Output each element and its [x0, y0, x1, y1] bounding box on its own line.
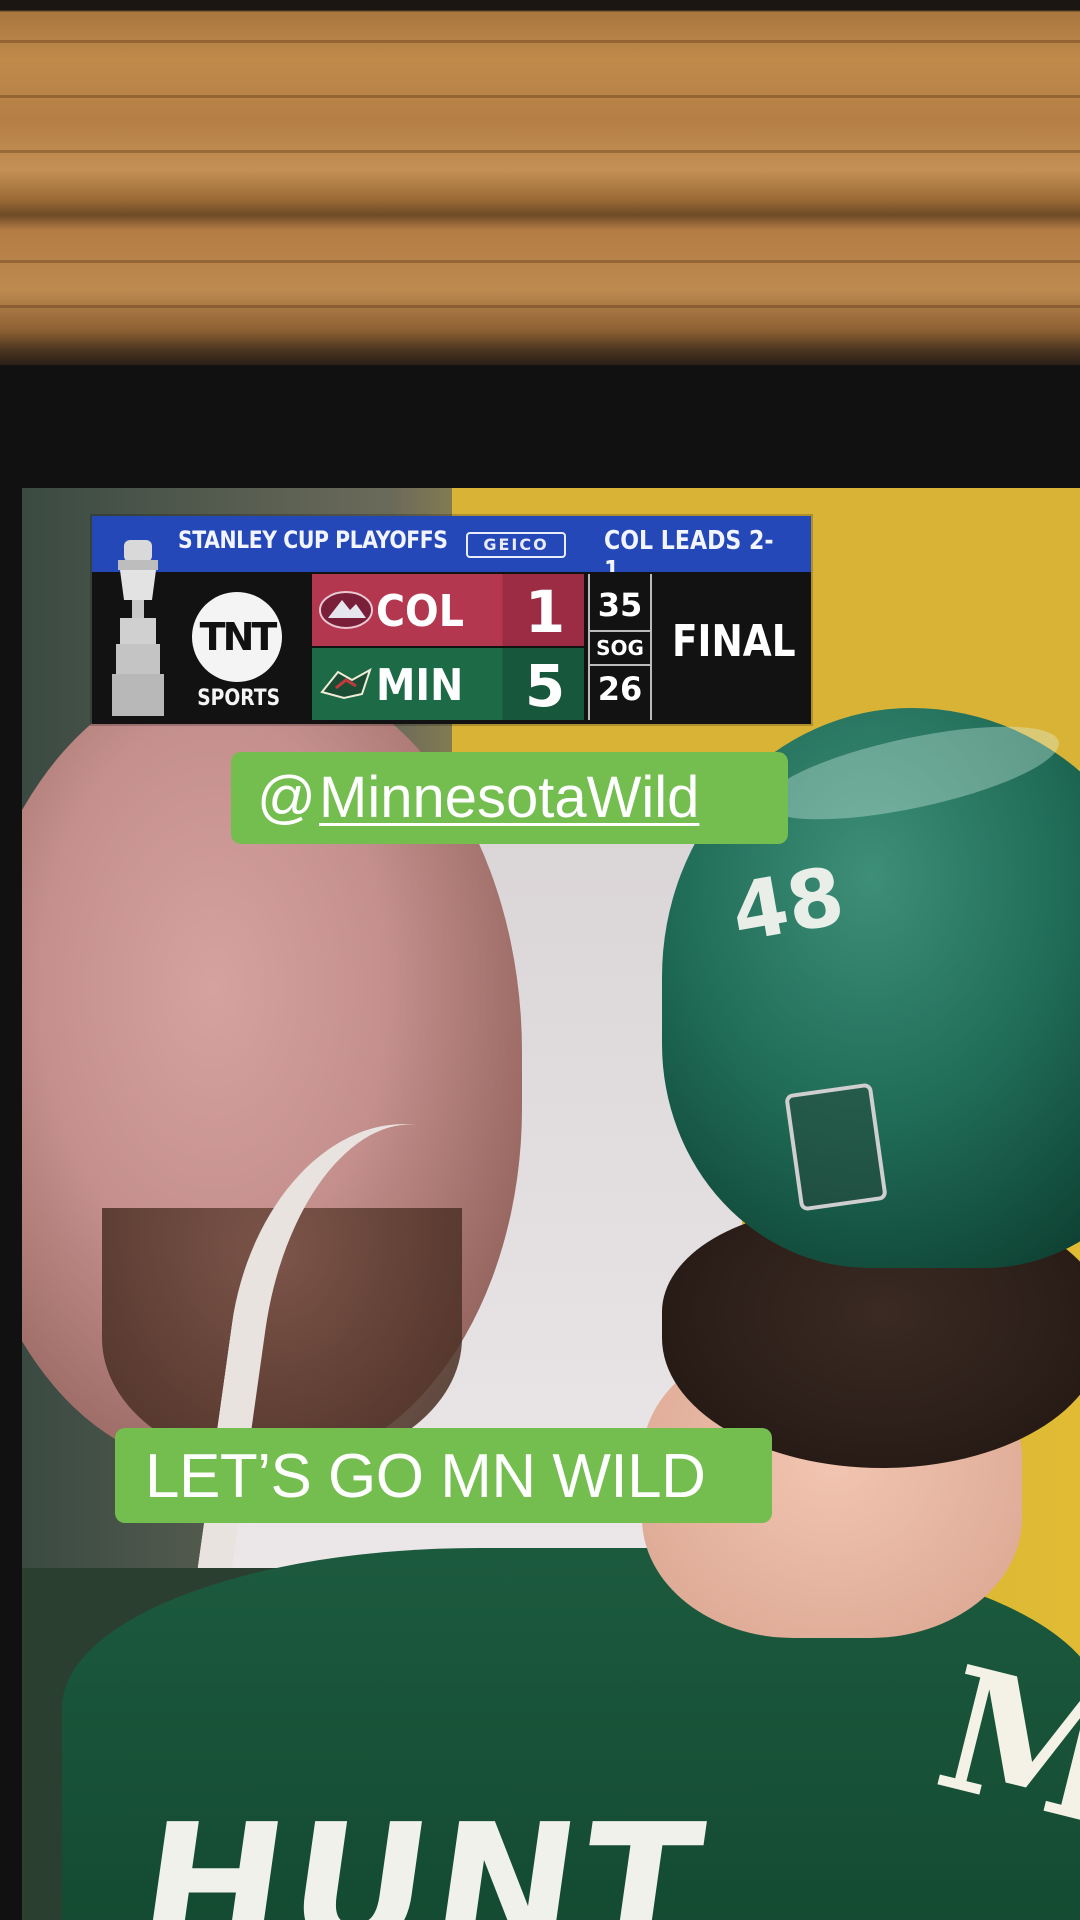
sog-label: SOG: [590, 630, 650, 666]
scoreboard-topbar: STANLEY CUP PLAYOFFS GEICO COL LEADS 2-1: [92, 516, 811, 586]
team-abbr-min: MIN: [376, 660, 464, 711]
team-row-col: COL 1: [312, 574, 584, 646]
wooden-shelf: [0, 0, 1080, 365]
cheer-caption-text: LET’S GO MN WILD: [145, 1442, 706, 1511]
shots-on-goal-box: 35 SOG 26: [588, 574, 652, 720]
handle-caption[interactable]: @ MinnesotaWild: [231, 752, 788, 844]
tnt-logo: TNT: [192, 592, 282, 682]
handle-at-symbol: @: [257, 765, 316, 830]
team-abbr-col: COL: [376, 586, 464, 637]
jersey-name-text: HUNT: [128, 1788, 719, 1920]
sog-min: 26: [597, 670, 643, 708]
avalanche-logo-icon: [319, 591, 373, 629]
cheer-caption: LET’S GO MN WILD: [115, 1428, 772, 1523]
stanley-cup-decal-icon: [784, 1082, 888, 1212]
team-score-col: 1: [524, 578, 566, 646]
helmet-number: 48: [724, 849, 851, 960]
sog-col: 35: [597, 586, 643, 624]
stanley-cup-icon: [112, 540, 164, 716]
scoreboard-body: TNT SPORTS COL 1 MIN 5 35 SOG 26 FINAL: [92, 540, 811, 724]
scoreboard: STANLEY CUP PLAYOFFS GEICO COL LEADS 2-1…: [92, 516, 811, 724]
tnt-sports-label: SPORTS: [197, 686, 281, 711]
game-status: FINAL: [672, 616, 796, 667]
sponsor-logo: GEICO: [466, 532, 566, 558]
playoffs-title: STANLEY CUP PLAYOFFS: [178, 526, 448, 554]
team-score-min: 5: [524, 652, 566, 720]
wild-logo-icon: [320, 667, 372, 700]
team-row-min: MIN 5: [312, 648, 584, 720]
handle-link[interactable]: MinnesotaWild: [319, 766, 699, 830]
